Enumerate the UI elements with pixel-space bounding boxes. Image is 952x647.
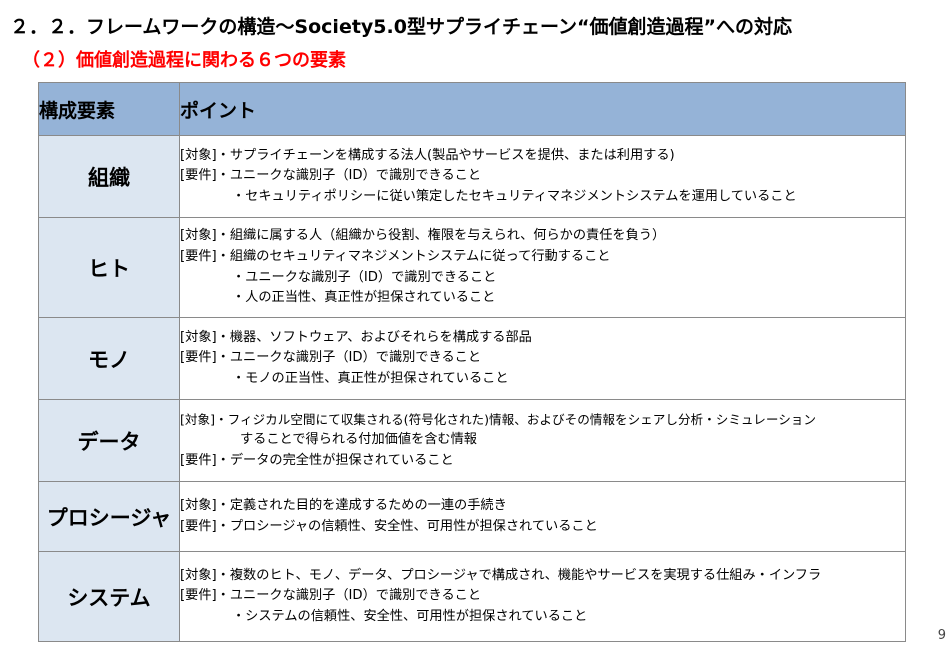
element-points: [対象]・複数のヒト、モノ、データ、プロシージャで構成され、機能やサービスを実現…	[179, 551, 906, 642]
point-line: [対象]・定義された目的を達成するための一連の手続き	[180, 497, 507, 513]
point-line: [要件]・ユニークな識別子（ID）で識別できること	[180, 588, 482, 604]
point-line: ・システムの信頼性、安全性、可用性が担保されていること	[232, 608, 588, 624]
point-line: [要件]・データの完全性が担保されていること	[180, 452, 454, 468]
element-name: データ	[38, 399, 180, 482]
point-line: [対象]・複数のヒト、モノ、データ、プロシージャで構成され、機能やサービスを実現…	[180, 567, 822, 583]
table-row: 組織 [対象]・サプライチェーンを構成する法人(製品やサービスを提供、または利用…	[38, 135, 906, 218]
header-point: ポイント	[179, 82, 906, 136]
point-line: [要件]・プロシージャの信頼性、安全性、可用性が担保されていること	[180, 518, 598, 534]
table-row: プロシージャ [対象]・定義された目的を達成するための一連の手続き [要件]・プ…	[38, 481, 906, 552]
table-row: データ [対象]・フィジカル空間にて収集される(符号化された)情報、およびその情…	[38, 399, 906, 482]
table-row: システム [対象]・複数のヒト、モノ、データ、プロシージャで構成され、機能やサー…	[38, 551, 906, 642]
element-name: ヒト	[38, 217, 180, 318]
point-line: ・モノの正当性、真正性が担保されていること	[232, 370, 509, 386]
element-points: [対象]・定義された目的を達成するための一連の手続き [要件]・プロシージャの信…	[179, 481, 906, 552]
point-line: [対象]・フィジカル空間にて収集される(符号化された)情報、およびその情報をシェ…	[180, 411, 816, 427]
element-name: システム	[38, 551, 180, 642]
page-number: 9	[937, 628, 946, 643]
element-points: [対象]・フィジカル空間にて収集される(符号化された)情報、およびその情報をシェ…	[179, 399, 906, 482]
point-line: [要件]・ユニークな識別子（ID）で識別できること	[180, 350, 482, 366]
point-line: [対象]・組織に属する人（組織から役割、権限を与えられ、何らかの責任を負う）	[180, 228, 666, 244]
table-header-row: 構成要素 ポイント	[38, 82, 906, 136]
element-points: [対象]・機器、ソフトウェア、およびそれらを構成する部品 [要件]・ユニークな識…	[179, 317, 906, 400]
point-line: することで得られる付加価値を含む情報	[240, 432, 477, 448]
point-line: [対象]・サプライチェーンを構成する法人(製品やサービスを提供、または利用する)	[180, 147, 675, 163]
page-title: ２．２．フレームワークの構造～Society5.0型サプライチェーン“価値創造過…	[10, 16, 792, 38]
elements-table: 構成要素 ポイント 組織 [対象]・サプライチェーンを構成する法人(製品やサービ…	[38, 82, 906, 642]
element-name: 組織	[38, 135, 180, 218]
point-line: [対象]・機器、ソフトウェア、およびそれらを構成する部品	[180, 329, 532, 345]
table-row: ヒト [対象]・組織に属する人（組織から役割、権限を与えられ、何らかの責任を負う…	[38, 217, 906, 318]
point-line: ・人の正当性、真正性が担保されていること	[232, 290, 496, 306]
table-row: モノ [対象]・機器、ソフトウェア、およびそれらを構成する部品 [要件]・ユニー…	[38, 317, 906, 400]
element-name: モノ	[38, 317, 180, 400]
element-points: [対象]・組織に属する人（組織から役割、権限を与えられ、何らかの責任を負う） […	[179, 217, 906, 318]
point-line: [要件]・ユニークな識別子（ID）で識別できること	[180, 168, 482, 184]
point-line: ・ユニークな識別子（ID）で識別できること	[232, 269, 497, 285]
element-name: プロシージャ	[38, 481, 180, 552]
point-line: [要件]・組織のセキュリティマネジメントシステムに従って行動すること	[180, 248, 611, 264]
header-element: 構成要素	[38, 82, 180, 136]
section-subtitle: （２）価値創造過程に関わる６つの要素	[22, 50, 346, 71]
point-line: ・セキュリティポリシーに従い策定したセキュリティマネジメントシステムを運用してい…	[232, 188, 797, 204]
element-points: [対象]・サプライチェーンを構成する法人(製品やサービスを提供、または利用する)…	[179, 135, 906, 218]
